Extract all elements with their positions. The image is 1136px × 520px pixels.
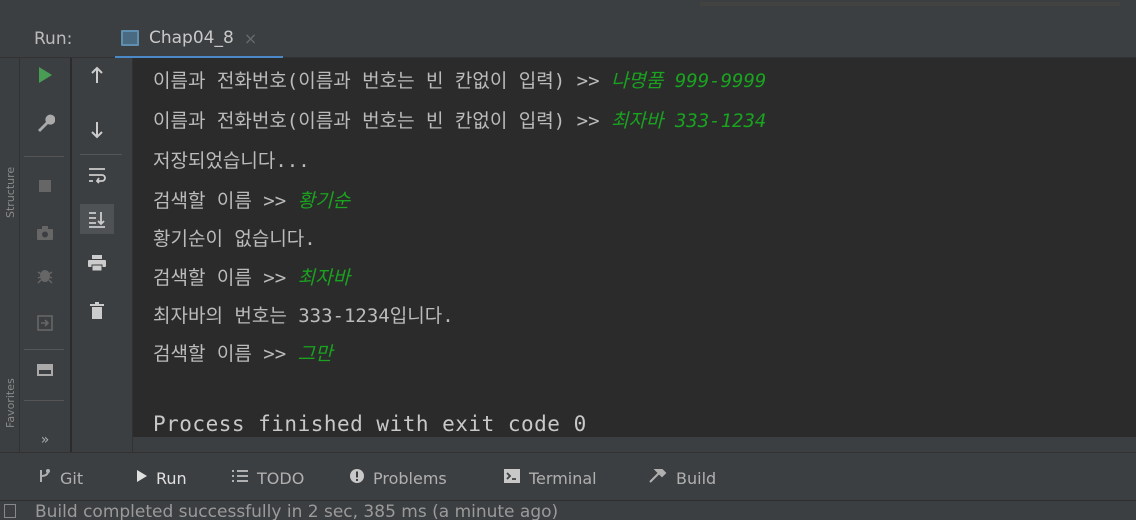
run-toolbar-secondary xyxy=(72,58,133,452)
tab-build[interactable]: Build xyxy=(648,467,716,489)
status-bar: Build completed successfully in 2 sec, 3… xyxy=(0,500,1136,520)
favorites-tab[interactable]: Favorites xyxy=(4,378,17,428)
run-label: Run: xyxy=(34,29,73,49)
tab-todo[interactable]: TODO xyxy=(231,467,304,489)
console-line: 검색할 이름 >> 황기순 xyxy=(153,186,350,213)
trash-icon[interactable] xyxy=(82,296,112,326)
left-tool-strip: Structure Favorites xyxy=(0,58,20,452)
play-icon[interactable] xyxy=(30,60,60,90)
console-prompt: 이름과 전화번호(이름과 번호는 빈 칸없이 입력) >> xyxy=(153,70,611,92)
terminal-icon xyxy=(503,468,521,489)
more-icon[interactable]: » xyxy=(30,425,60,455)
horizontal-scrollbar[interactable] xyxy=(133,437,1136,452)
arrow-up-icon[interactable] xyxy=(82,60,112,90)
tab-label: Problems xyxy=(373,468,447,488)
tab-problems[interactable]: Problems xyxy=(349,467,447,489)
user-input: 그만 xyxy=(297,343,333,365)
camera-icon[interactable] xyxy=(30,218,60,248)
tab-chap04-8[interactable]: Chap04_8 × xyxy=(115,20,271,56)
layout-icon[interactable] xyxy=(30,355,60,385)
user-input: 황기순 xyxy=(297,190,351,212)
todo-icon xyxy=(231,468,249,488)
tab-run[interactable]: Run xyxy=(136,467,187,489)
user-input: 최자바 333-1234 xyxy=(610,110,767,132)
console-prompt: 검색할 이름 >> xyxy=(153,190,298,212)
status-text: Build completed successfully in 2 sec, 3… xyxy=(35,502,559,520)
console-line: 검색할 이름 >> 최자바 xyxy=(153,263,350,290)
close-icon[interactable]: × xyxy=(244,29,257,48)
top-strip-decoration xyxy=(700,2,1120,6)
tab-label: TODO xyxy=(257,468,305,488)
tab-terminal[interactable]: Terminal xyxy=(503,467,597,489)
scroll-to-end-icon[interactable] xyxy=(80,204,114,234)
console-line: 검색할 이름 >> 그만 xyxy=(153,339,333,366)
tool-window-bar: Git Run TODO Problems Terminal Build xyxy=(0,452,1136,501)
wrench-icon[interactable] xyxy=(30,108,60,138)
exit-icon[interactable] xyxy=(30,308,60,338)
run-icon xyxy=(136,468,148,488)
console-line: 최자바의 번호는 333-1234입니다. xyxy=(153,301,454,328)
tab-git[interactable]: Git xyxy=(38,467,83,489)
tab-name: Chap04_8 xyxy=(149,28,234,48)
arrow-down-icon[interactable] xyxy=(82,115,112,145)
user-input: 나명품 999-9999 xyxy=(610,70,767,92)
console-output[interactable]: 이름과 전화번호(이름과 번호는 빈 칸없이 입력) >> 나명품 999-99… xyxy=(133,58,1136,453)
console-icon xyxy=(121,30,139,46)
debug-icon[interactable] xyxy=(30,260,60,290)
window-top-strip xyxy=(0,0,1136,10)
run-toolbar-primary: » xyxy=(20,58,70,452)
build-icon xyxy=(648,468,668,489)
console-prompt: 검색할 이름 >> xyxy=(153,343,298,365)
soft-wrap-icon[interactable] xyxy=(82,160,112,190)
console-prompt: 이름과 전화번호(이름과 번호는 빈 칸없이 입력) >> xyxy=(153,110,611,132)
console-line: 저장되었습니다... xyxy=(153,146,310,173)
console-prompt: 황기순이 없습니다. xyxy=(153,228,316,250)
console-line: 이름과 전화번호(이름과 번호는 빈 칸없이 입력) >> 최자바 333-12… xyxy=(153,106,766,133)
structure-tab[interactable]: Structure xyxy=(4,167,17,218)
tab-label: Terminal xyxy=(529,468,597,488)
console-prompt: 최자바의 번호는 333-1234입니다. xyxy=(153,305,454,327)
process-finished-line: Process finished with exit code 0 xyxy=(153,412,587,436)
stop-icon[interactable] xyxy=(30,171,60,201)
git-icon xyxy=(38,468,52,489)
console-line: 이름과 전화번호(이름과 번호는 빈 칸없이 입력) >> 나명품 999-99… xyxy=(153,66,766,93)
run-tool-window-header: Run: Chap04_8 × xyxy=(0,10,1136,59)
user-input: 최자바 xyxy=(297,267,351,289)
console-prompt: 검색할 이름 >> xyxy=(153,267,298,289)
tab-label: Build xyxy=(676,468,717,488)
status-bar-toggle-icon[interactable] xyxy=(4,504,16,518)
tab-label: Run xyxy=(156,468,187,488)
print-icon[interactable] xyxy=(82,248,112,278)
console-prompt: 저장되었습니다... xyxy=(153,150,310,172)
console-line: 황기순이 없습니다. xyxy=(153,224,316,251)
tab-label: Git xyxy=(60,468,84,488)
problems-icon xyxy=(349,468,365,489)
